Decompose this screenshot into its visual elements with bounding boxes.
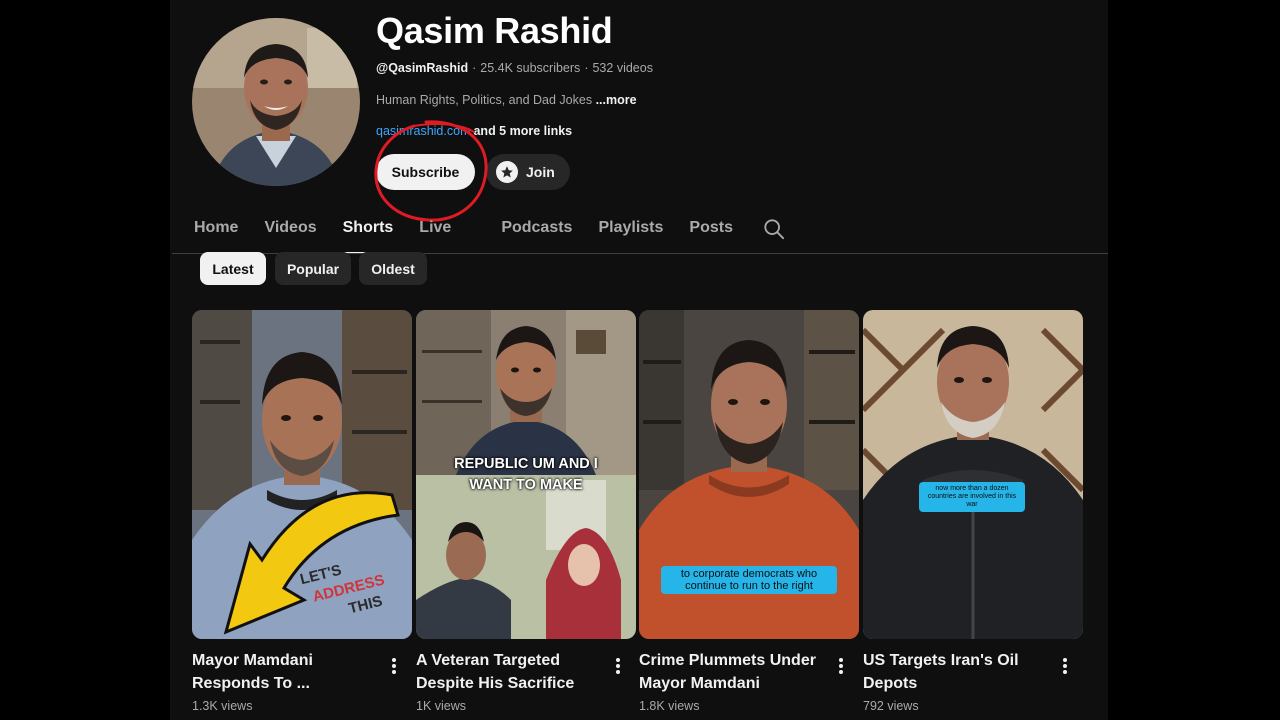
subscriber-count: 25.4K subscribers <box>480 61 581 75</box>
tab-videos[interactable]: Videos <box>264 210 316 254</box>
more-options-icon[interactable] <box>388 655 400 677</box>
short-views: 792 views <box>863 699 919 713</box>
channel-links: qasimrashid.com and 5 more links <box>376 124 572 138</box>
short-caption-box: to corporate democrats who continue to r… <box>661 566 837 594</box>
chip-latest[interactable]: Latest <box>200 252 266 285</box>
short-views: 1.3K views <box>192 699 253 713</box>
short-thumbnail[interactable]: REPUBLIC UM AND I WANT TO MAKE <box>416 310 636 639</box>
meta-separator: · <box>584 61 589 75</box>
channel-handle: @QasimRashid <box>376 61 469 75</box>
short-views: 1K views <box>416 699 467 713</box>
chip-popular[interactable]: Popular <box>275 252 351 285</box>
avatar-portrait <box>192 18 360 186</box>
short-card[interactable]: LET'S ADDRESS THIS Mayor Mamdani Respond… <box>192 310 412 713</box>
chip-oldest[interactable]: Oldest <box>359 252 427 285</box>
short-overlay-text: REPUBLIC UM AND I WANT TO MAKE <box>454 456 598 493</box>
more-options-icon[interactable] <box>835 655 847 677</box>
short-card[interactable]: now more than a dozen countries are invo… <box>863 310 1083 713</box>
short-card[interactable]: to corporate democrats who continue to r… <box>639 310 859 713</box>
meta-separator: · <box>472 61 477 75</box>
channel-description[interactable]: Human Rights, Politics, and Dad Jokes ..… <box>376 93 637 107</box>
channel-meta: @QasimRashid · 25.4K subscribers · 532 video… <box>376 61 653 75</box>
short-views: 1.8K views <box>639 699 700 713</box>
join-button[interactable]: Join <box>486 154 570 190</box>
short-title[interactable]: Crime Plummets Under Mayor Mamdani <box>639 649 829 695</box>
tab-live[interactable]: Live <box>419 210 451 254</box>
tab-shorts[interactable]: Shorts <box>342 210 393 254</box>
short-title[interactable]: Mayor Mamdani Responds To ... <box>192 649 382 695</box>
short-thumbnail[interactable]: to corporate democrats who continue to r… <box>639 310 859 639</box>
thumbnail-image <box>863 310 1083 639</box>
description-text: Human Rights, Politics, and Dad Jokes <box>376 93 593 107</box>
channel-website-link[interactable]: qasimrashid.com <box>376 124 470 138</box>
short-title[interactable]: A Veteran Targeted Despite His Sacrifice <box>416 649 606 695</box>
more-options-icon[interactable] <box>612 655 624 677</box>
more-links-link[interactable]: and 5 more links <box>473 124 572 138</box>
channel-avatar[interactable] <box>192 18 360 186</box>
short-title[interactable]: US Targets Iran's Oil Depots <box>863 649 1053 695</box>
left-margin <box>0 0 170 720</box>
channel-name: Qasim Rashid <box>376 10 613 51</box>
tab-playlists[interactable]: Playlists <box>598 210 663 254</box>
join-label: Join <box>526 164 555 180</box>
subscribe-button[interactable]: Subscribe <box>376 154 475 190</box>
tab-podcasts[interactable]: Podcasts <box>501 210 572 254</box>
description-more-link[interactable]: ...more <box>596 93 637 107</box>
channel-tabs: Home Videos Shorts Live Podcasts Playlis… <box>194 210 759 254</box>
video-count: 532 videos <box>592 61 653 75</box>
search-icon[interactable] <box>763 218 785 240</box>
tab-posts[interactable]: Posts <box>689 210 733 254</box>
thumbnail-image: LET'S ADDRESS THIS <box>192 310 412 639</box>
short-card[interactable]: REPUBLIC UM AND I WANT TO MAKE A Veteran… <box>416 310 636 713</box>
star-icon <box>496 161 518 183</box>
tab-home[interactable]: Home <box>194 210 238 254</box>
short-thumbnail[interactable]: now more than a dozen countries are invo… <box>863 310 1083 639</box>
right-margin <box>1108 0 1280 720</box>
short-caption-box: now more than a dozen countries are invo… <box>919 482 1025 512</box>
more-options-icon[interactable] <box>1059 655 1071 677</box>
short-thumbnail[interactable]: LET'S ADDRESS THIS <box>192 310 412 639</box>
